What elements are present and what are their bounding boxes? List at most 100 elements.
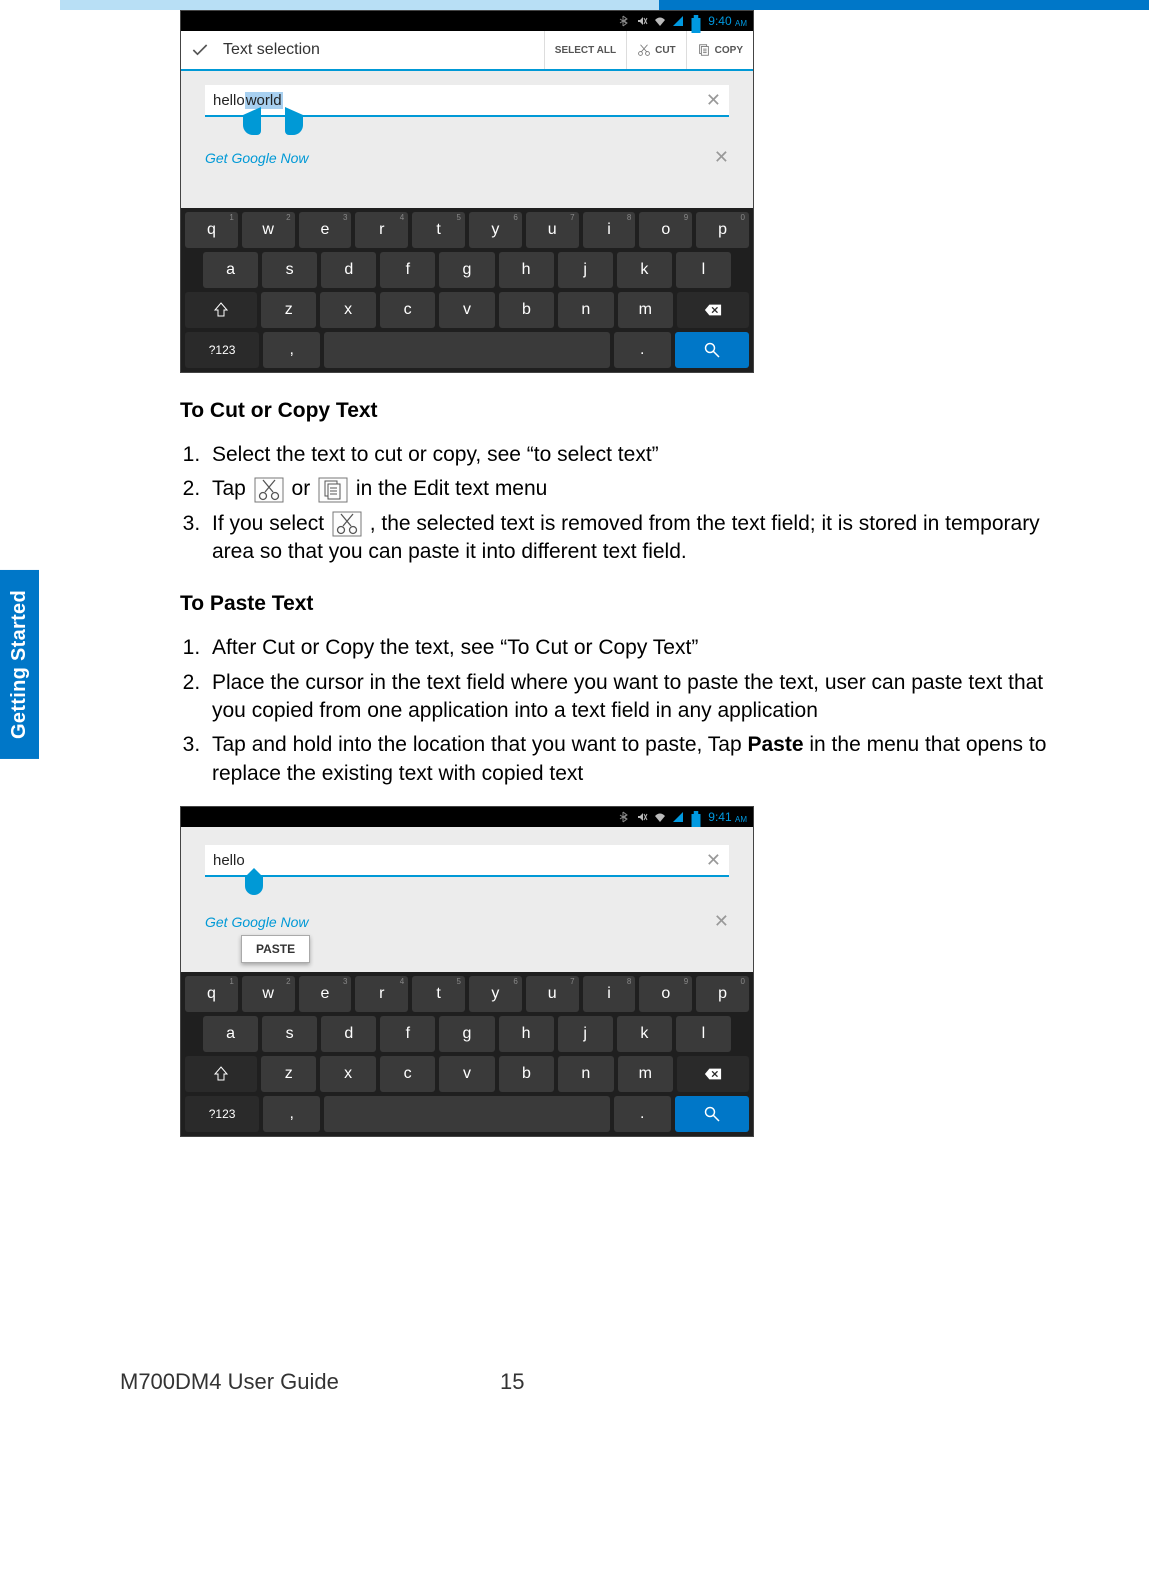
search-input[interactable]: hello world ✕ (205, 85, 729, 117)
key-l[interactable]: l (676, 252, 731, 288)
silent-icon (636, 15, 648, 27)
key-i[interactable]: i8 (583, 976, 636, 1012)
key-q[interactable]: q1 (185, 976, 238, 1012)
key-g[interactable]: g (439, 252, 494, 288)
key-d[interactable]: d (321, 1016, 376, 1052)
comma-key[interactable]: , (263, 1096, 320, 1132)
selection-handle-right[interactable] (285, 115, 303, 135)
key-n[interactable]: n (558, 292, 613, 328)
text-fragment: in the Edit text menu (356, 477, 547, 500)
key-a[interactable]: a (203, 1016, 258, 1052)
key-z[interactable]: z (261, 292, 316, 328)
key-f[interactable]: f (380, 1016, 435, 1052)
key-v[interactable]: v (439, 292, 494, 328)
screenshot-text-selection: 9:40 AM Text selection SELECT ALL CUT CO… (180, 10, 754, 373)
kbd-row4: ?123 , . (185, 332, 749, 368)
key-b[interactable]: b (499, 1056, 554, 1092)
key-e[interactable]: e3 (299, 212, 352, 248)
key-i[interactable]: i8 (583, 212, 636, 248)
key-s[interactable]: s (262, 1016, 317, 1052)
status-time-ampm: AM (735, 815, 747, 824)
kbd-row2: asdfghjkl (185, 1016, 749, 1052)
key-k[interactable]: k (617, 252, 672, 288)
dismiss-icon[interactable]: ✕ (714, 147, 729, 168)
key-c[interactable]: c (380, 292, 435, 328)
clear-icon[interactable]: ✕ (706, 90, 721, 111)
period-key[interactable]: . (614, 332, 671, 368)
key-n[interactable]: n (558, 1056, 613, 1092)
space-key[interactable] (324, 332, 609, 368)
key-r[interactable]: r4 (355, 976, 408, 1012)
google-now-row[interactable]: Get Google Now ✕ PASTE (205, 911, 729, 932)
backspace-key[interactable] (677, 1056, 749, 1092)
key-a[interactable]: a (203, 252, 258, 288)
cut-button[interactable]: CUT (626, 31, 686, 69)
key-k[interactable]: k (617, 1016, 672, 1052)
key-y[interactable]: y6 (469, 976, 522, 1012)
key-z[interactable]: z (261, 1056, 316, 1092)
key-j[interactable]: j (558, 1016, 613, 1052)
key-l[interactable]: l (676, 1016, 731, 1052)
shift-key[interactable] (185, 292, 257, 328)
key-t[interactable]: t5 (412, 212, 465, 248)
key-w[interactable]: w2 (242, 976, 295, 1012)
symbols-key[interactable]: ?123 (185, 332, 259, 368)
key-e[interactable]: e3 (299, 976, 352, 1012)
comma-key[interactable]: , (263, 332, 320, 368)
list-item: Tap and hold into the location that you … (206, 731, 1049, 788)
shift-key[interactable] (185, 1056, 257, 1092)
key-c[interactable]: c (380, 1056, 435, 1092)
footer-title: M700DM4 User Guide (120, 1369, 339, 1395)
key-h[interactable]: h (499, 1016, 554, 1052)
key-y[interactable]: y6 (469, 212, 522, 248)
key-g[interactable]: g (439, 1016, 494, 1052)
key-r[interactable]: r4 (355, 212, 408, 248)
key-s[interactable]: s (262, 252, 317, 288)
key-u[interactable]: u7 (526, 976, 579, 1012)
key-x[interactable]: x (320, 292, 375, 328)
key-w[interactable]: w2 (242, 212, 295, 248)
keyboard: q1w2e3r4t5y6u7i8o9p0 asdfghjkl zxcvbnm ?… (181, 972, 753, 1136)
cut-icon (637, 43, 651, 57)
copy-button[interactable]: COPY (686, 31, 753, 69)
space-key[interactable] (324, 1096, 609, 1132)
clear-icon[interactable]: ✕ (706, 850, 721, 871)
key-q[interactable]: q1 (185, 212, 238, 248)
backspace-key[interactable] (677, 292, 749, 328)
key-x[interactable]: x (320, 1056, 375, 1092)
status-time: 9:41 AM (708, 810, 747, 824)
key-f[interactable]: f (380, 252, 435, 288)
key-o[interactable]: o9 (639, 976, 692, 1012)
google-now-row[interactable]: Get Google Now ✕ (205, 147, 729, 168)
key-h[interactable]: h (499, 252, 554, 288)
key-d[interactable]: d (321, 252, 376, 288)
keyboard: q1w2e3r4t5y6u7i8o9p0 asdfghjkl zxcvbnm ?… (181, 208, 753, 372)
key-p[interactable]: p0 (696, 976, 749, 1012)
key-o[interactable]: o9 (639, 212, 692, 248)
search-key[interactable] (675, 332, 749, 368)
search-input[interactable]: hello ✕ (205, 845, 729, 877)
period-key[interactable]: . (614, 1096, 671, 1132)
copy-label: COPY (715, 45, 743, 56)
key-m[interactable]: m (618, 1056, 673, 1092)
typed-text: hello (213, 852, 245, 869)
cursor-handle[interactable] (245, 875, 263, 895)
key-m[interactable]: m (618, 292, 673, 328)
select-all-button[interactable]: SELECT ALL (544, 31, 626, 69)
key-j[interactable]: j (558, 252, 613, 288)
selection-handle-left[interactable] (243, 115, 261, 135)
text-bold: Paste (748, 733, 804, 756)
search-area: hello world ✕ Get Google Now ✕ (181, 71, 753, 208)
text-fragment: or (292, 477, 317, 500)
symbols-key[interactable]: ?123 (185, 1096, 259, 1132)
key-t[interactable]: t5 (412, 976, 465, 1012)
key-p[interactable]: p0 (696, 212, 749, 248)
key-u[interactable]: u7 (526, 212, 579, 248)
dismiss-icon[interactable]: ✕ (714, 911, 729, 932)
action-bar: Text selection SELECT ALL CUT COPY (181, 31, 753, 71)
key-v[interactable]: v (439, 1056, 494, 1092)
done-icon[interactable] (181, 31, 219, 69)
paste-button[interactable]: PASTE (241, 935, 310, 963)
search-key[interactable] (675, 1096, 749, 1132)
key-b[interactable]: b (499, 292, 554, 328)
